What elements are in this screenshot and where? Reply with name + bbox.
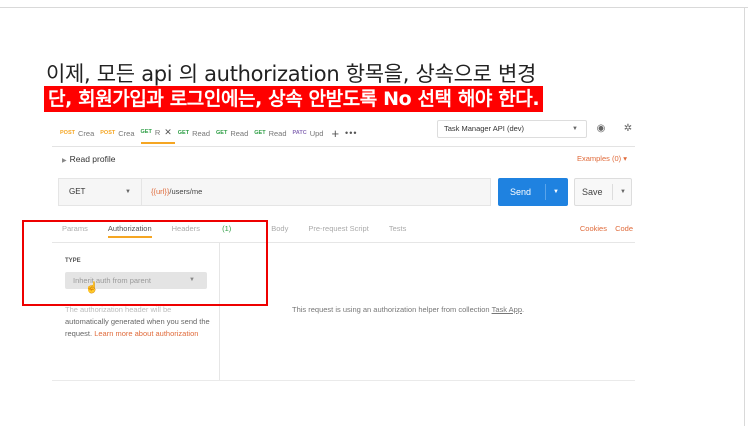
tab-method: GET (254, 130, 266, 136)
request-tab[interactable]: PATC Upd (293, 122, 327, 144)
tab-method: POST (60, 130, 75, 136)
request-tab[interactable]: GET Read (254, 122, 289, 144)
code-link[interactable]: Code (615, 224, 633, 233)
chevron-down-icon: ▼ (125, 189, 131, 195)
slide-right-border (744, 7, 745, 426)
request-name[interactable]: ▶ Read profile (62, 154, 115, 164)
divider (52, 146, 635, 147)
http-method-select[interactable]: GET ▼ (59, 179, 142, 205)
chevron-down-icon: ▾ (623, 154, 627, 163)
tab-method: PATC (292, 130, 307, 136)
send-label: Send (510, 187, 532, 197)
environment-select[interactable]: Task Manager API (dev) ▼ (437, 120, 587, 138)
request-tab[interactable]: POST Crea (60, 122, 97, 144)
tab-label: Read (268, 128, 287, 138)
chevron-down-icon[interactable]: ▼ (620, 179, 626, 205)
tab-label: Crea (118, 128, 135, 138)
tab-method: GET (140, 129, 152, 135)
chevron-down-icon: ▼ (572, 126, 578, 132)
expand-triangle-icon: ▶ (62, 158, 67, 164)
tab-label: Upd (309, 128, 324, 138)
red-highlight-box (22, 220, 268, 306)
help-faded-text: The authorization header will be (65, 305, 172, 314)
tab-label: Read (192, 128, 211, 138)
tab-prerequest-script[interactable]: Pre-request Script (308, 224, 368, 238)
auth-help-text: The authorization header will be automat… (65, 304, 215, 340)
chevron-down-icon[interactable]: ▼ (553, 178, 559, 206)
add-tab-icon[interactable]: + (331, 126, 339, 141)
helper-message-end: . (522, 305, 525, 314)
tab-method: GET (216, 130, 228, 136)
request-tab-active[interactable]: GET R ✕ (140, 122, 175, 144)
slide: 이제, 모든 api 의 authorization 항목을, 상속으로 변경 … (0, 0, 748, 426)
tab-label: Read (230, 128, 249, 138)
environment-label: Task Manager API (dev) (444, 124, 525, 133)
url-bar: GET ▼ {{url}}/users/me (58, 178, 491, 206)
cookies-link[interactable]: Cookies (580, 224, 607, 233)
tab-label: R (154, 127, 161, 137)
send-button[interactable]: Send ▼ (498, 178, 568, 206)
request-tab[interactable]: POST Crea (100, 122, 137, 144)
request-tabs: POST Crea POST Crea GET R ✕ GET Read GET Read … (60, 122, 358, 144)
right-links: Cookies Code (574, 224, 633, 233)
tab-label: Crea (77, 128, 95, 138)
divider (612, 184, 613, 200)
slide-heading: 이제, 모든 api 의 authorization 항목을, 상속으로 변경 (46, 62, 537, 86)
divider (545, 184, 546, 200)
request-name-label: Read profile (69, 154, 116, 164)
auth-helper-message: This request is using an authorization h… (292, 305, 524, 314)
learn-more-link[interactable]: Learn more about authorization (94, 329, 198, 338)
tab-method: POST (100, 130, 116, 136)
save-label: Save (582, 187, 603, 197)
tab-method: GET (177, 130, 190, 136)
close-icon[interactable]: ✕ (164, 127, 172, 138)
request-tab[interactable]: GET Read (178, 122, 213, 144)
more-tabs-icon[interactable]: ••• (345, 128, 357, 138)
gear-icon[interactable]: ✲ (621, 123, 635, 135)
slide-highlight-note: 단, 회원가입과 로그인에는, 상속 안받도록 No 선택 해야 한다. (44, 86, 544, 112)
url-variable: {{url}} (151, 187, 170, 196)
helper-message-text: This request is using an authorization h… (292, 305, 490, 314)
url-path: /users/me (169, 187, 203, 196)
http-method-label: GET (69, 187, 86, 196)
examples-label: Examples (0) (576, 154, 622, 163)
tab-tests[interactable]: Tests (389, 224, 407, 238)
divider (52, 380, 635, 381)
examples-link[interactable]: Examples (0) ▾ (577, 154, 627, 163)
eye-icon[interactable]: ◉ (594, 123, 608, 135)
url-input[interactable]: {{url}}/users/me (151, 179, 202, 205)
slide-top-border (0, 7, 748, 8)
tab-body[interactable]: Body (271, 224, 288, 238)
collection-link[interactable]: Task App (492, 305, 522, 314)
save-button[interactable]: Save ▼ (574, 178, 632, 206)
request-tab[interactable]: GET Read (216, 122, 251, 144)
